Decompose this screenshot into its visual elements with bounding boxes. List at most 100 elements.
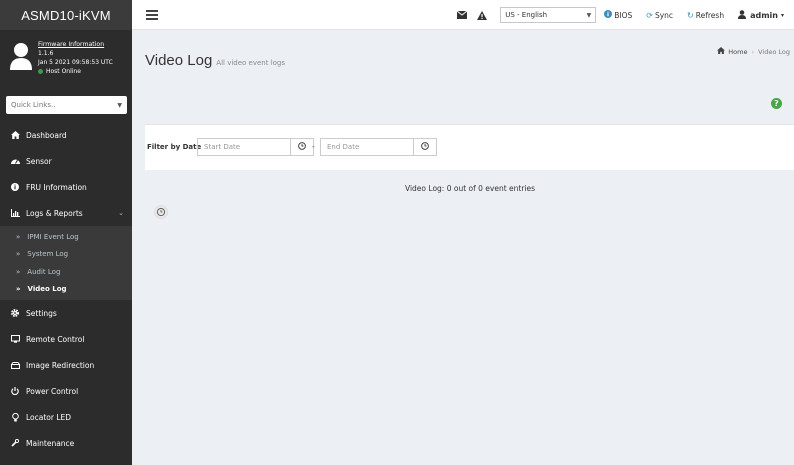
bios-link[interactable]: BIOS [604, 10, 632, 20]
breadcrumb-current: Video Log [758, 47, 790, 56]
refresh-icon: ↻ [687, 10, 694, 20]
language-select[interactable]: US - English ▼ [500, 7, 597, 23]
sidebar-item-label: Remote Control [26, 334, 85, 344]
sidebar-item-label: Image Redirection [26, 360, 95, 370]
submenu-item-label: Video Log [27, 285, 67, 294]
chevron-down-icon: ▾ [780, 11, 784, 19]
double-chevron-right-icon: » [16, 250, 21, 259]
firmware-date: Jan 5 2021 09:58:53 UTC [38, 59, 113, 66]
double-chevron-right-icon: » [16, 232, 21, 241]
entries-count: Video Log: 0 out of 0 event entries [405, 184, 536, 193]
sidebar-item-maintenance[interactable]: Maintenance [0, 430, 132, 456]
firmware-info-link[interactable]: Firmware Information [38, 40, 113, 49]
sidebar-item-power-control[interactable]: Power Control [0, 378, 132, 404]
sidebar-item-remote-control[interactable]: Remote Control [0, 326, 132, 352]
user-name: admin [750, 10, 778, 20]
sidebar-toggle-icon[interactable] [146, 10, 158, 20]
sync-label: Sync [654, 10, 674, 20]
sidebar-item-dashboard[interactable]: Dashboard [0, 122, 132, 148]
online-status-dot-icon [38, 69, 43, 74]
breadcrumb-separator-icon: › [751, 47, 755, 56]
power-icon [9, 387, 21, 395]
envelope-icon[interactable] [456, 9, 468, 21]
filter-label: Filter by Date [147, 143, 202, 151]
sidebar-item-fru-information[interactable]: FRU Information [0, 174, 132, 200]
submenu-item-label: IPMI Event Log [27, 232, 79, 241]
breadcrumb: Home › Video Log [717, 47, 790, 56]
monitor-icon [9, 335, 21, 343]
main-content: Video Log All video event logs Home › Vi… [132, 30, 794, 465]
double-chevron-right-icon: » [16, 285, 21, 294]
firmware-version: 1.1.6 [38, 50, 54, 57]
sidebar-item-label: Sensor [26, 156, 52, 166]
end-date-placeholder: End Date [327, 143, 360, 151]
start-date-picker-button[interactable] [290, 138, 314, 156]
info-circle-icon [604, 10, 613, 20]
quick-links-placeholder: Quick Links.. [11, 101, 56, 109]
logs-submenu: » IPMI Event Log » System Log » Audit Lo… [0, 226, 132, 300]
start-date-placeholder: Start Date [204, 143, 241, 151]
end-date-picker-button[interactable] [413, 138, 437, 156]
quick-links-select[interactable]: Quick Links.. ▼ [6, 96, 127, 114]
wrench-icon [9, 439, 21, 447]
page-subtitle: All video event logs [216, 59, 286, 67]
hdd-icon [9, 361, 21, 369]
clock-icon[interactable] [154, 205, 168, 219]
home-icon [717, 47, 726, 56]
refresh-label: Refresh [695, 10, 725, 20]
clock-icon [298, 142, 306, 152]
page-header: Video Log All video event logs [145, 52, 285, 69]
submenu-item-ipmi-event-log[interactable]: » IPMI Event Log [0, 228, 132, 246]
warning-icon[interactable] [476, 9, 488, 21]
end-date-input[interactable]: End Date [320, 138, 414, 156]
submenu-item-label: Audit Log [27, 267, 61, 276]
top-navbar: US - English ▼ BIOS ⟳ Sync ↻ Refresh adm… [132, 0, 794, 30]
user-icon [738, 9, 747, 21]
clock-icon [421, 142, 429, 152]
refresh-link[interactable]: ↻ Refresh [687, 11, 724, 20]
sidebar-item-label: Dashboard [26, 130, 67, 140]
sidebar-item-locator-led[interactable]: Locator LED [0, 404, 132, 430]
host-status: Host Online [38, 67, 113, 76]
double-chevron-right-icon: » [16, 267, 21, 276]
chart-icon [9, 209, 21, 217]
submenu-item-system-log[interactable]: » System Log [0, 246, 132, 264]
sidebar-item-sensor[interactable]: Sensor [0, 148, 132, 174]
help-icon[interactable]: ? [771, 98, 782, 109]
lightbulb-icon [9, 412, 21, 422]
gear-icon [9, 309, 21, 317]
sidebar-item-label: Settings [26, 308, 57, 318]
user-panel: Firmware Information 1.1.6 Jan 5 2021 09… [0, 30, 132, 85]
date-range-separator: - [312, 142, 315, 151]
user-menu[interactable]: admin ▾ [738, 9, 784, 21]
breadcrumb-home-link[interactable]: Home [728, 48, 747, 56]
navbar-right: US - English ▼ BIOS ⟳ Sync ↻ Refresh adm… [456, 0, 784, 30]
start-date-input[interactable]: Start Date [197, 138, 291, 156]
sidebar-item-label: Maintenance [26, 438, 75, 448]
sidebar-menu: Dashboard Sensor FRU Information Logs & … [0, 122, 132, 456]
sidebar-item-settings[interactable]: Settings [0, 300, 132, 326]
sidebar-item-label: FRU Information [26, 182, 87, 192]
home-icon [9, 131, 21, 139]
info-icon [9, 183, 21, 191]
chevron-down-icon: ▼ [586, 11, 592, 19]
chevron-down-icon: ⌄ [118, 209, 124, 217]
submenu-item-audit-log[interactable]: » Audit Log [0, 263, 132, 281]
sidebar-item-label: Locator LED [26, 412, 72, 422]
submenu-item-video-log[interactable]: » Video Log [0, 281, 132, 299]
sidebar-item-label: Logs & Reports [26, 208, 83, 218]
sidebar-item-logs-reports[interactable]: Logs & Reports ⌄ [0, 200, 132, 226]
submenu-item-label: System Log [27, 250, 69, 259]
sidebar-item-label: Power Control [26, 386, 79, 396]
sync-link[interactable]: ⟳ Sync [646, 11, 673, 20]
sync-icon: ⟳ [646, 10, 653, 20]
sidebar: Firmware Information 1.1.6 Jan 5 2021 09… [0, 30, 132, 465]
avatar-icon [10, 42, 32, 70]
host-status-label: Host Online [46, 68, 81, 75]
sidebar-item-image-redirection[interactable]: Image Redirection [0, 352, 132, 378]
app-brand[interactable]: ASMD10-iKVM [0, 0, 132, 30]
bios-label: BIOS [614, 10, 633, 20]
chevron-down-icon: ▼ [117, 101, 122, 109]
date-filter-panel: Filter by Date Start Date - End Date [145, 124, 794, 170]
firmware-info: Firmware Information 1.1.6 Jan 5 2021 09… [38, 40, 113, 76]
